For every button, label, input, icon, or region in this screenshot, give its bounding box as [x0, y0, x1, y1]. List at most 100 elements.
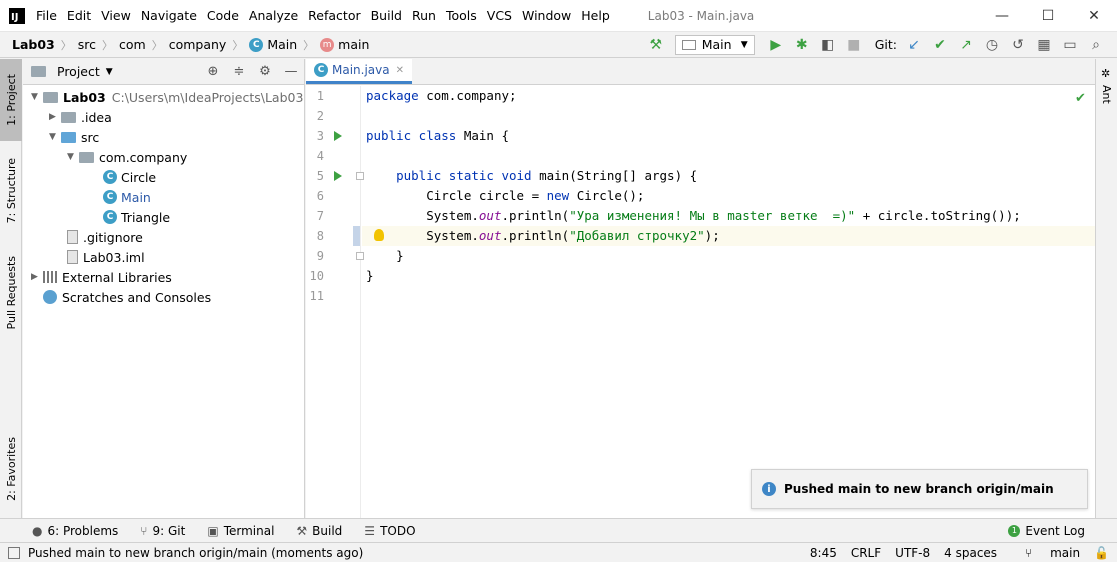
coverage-icon[interactable]: ◧ [815, 37, 841, 53]
inspection-ok-icon[interactable]: ✔ [1075, 91, 1086, 106]
collapsed-arrow-icon[interactable]: ▶ [31, 272, 43, 282]
caret-position[interactable]: 8:45 [810, 546, 837, 560]
expanded-arrow-icon[interactable]: ▼ [31, 92, 43, 102]
git-branch-widget[interactable]: ⑂ main [1011, 546, 1080, 560]
hammer-build-icon[interactable]: ⚒ [643, 37, 669, 53]
terminal-icon: ▣ [207, 523, 219, 538]
tool-windows-icon[interactable] [8, 546, 20, 559]
indent-setting[interactable]: 4 spaces [944, 546, 997, 560]
file-encoding[interactable]: UTF-8 [895, 546, 930, 560]
fold-icon[interactable] [356, 252, 364, 260]
menu-view[interactable]: View [101, 8, 131, 23]
menu-vcs[interactable]: VCS [487, 8, 512, 23]
code-line-5[interactable]: public static void main(String[] args) { [366, 166, 697, 186]
tab-ant[interactable]: Ant [1100, 85, 1113, 104]
tab-todo[interactable]: ☰ TODO [364, 524, 415, 538]
project-view-title[interactable]: Project [57, 64, 100, 79]
git-commit-icon[interactable]: ✔ [927, 37, 953, 53]
git-update-icon[interactable]: ↙ [901, 37, 927, 53]
tab-terminal[interactable]: ▣ Terminal [207, 524, 274, 538]
hide-icon[interactable]: — [278, 64, 304, 79]
crumb-src[interactable]: src [78, 37, 96, 52]
crumb-main-class[interactable]: Main [267, 37, 297, 52]
tree-item-main[interactable]: C Main [103, 187, 151, 207]
fold-icon[interactable] [356, 172, 364, 180]
rollback-icon[interactable]: ↺ [1005, 37, 1031, 53]
menu-help[interactable]: Help [581, 8, 610, 23]
expanded-arrow-icon[interactable]: ▼ [49, 132, 61, 142]
crumb-main-method[interactable]: main [338, 37, 369, 52]
collapse-all-icon[interactable]: ≑ [226, 64, 252, 79]
menu-tools[interactable]: Tools [446, 8, 477, 23]
crumb-company[interactable]: company [169, 37, 227, 52]
tab-structure[interactable]: 7: Structure [0, 151, 22, 231]
line-number: 6 [316, 189, 324, 203]
code-line-6[interactable]: Circle circle = new Circle(); [366, 186, 644, 206]
tree-item-lab03[interactable]: ▼ Lab03 C:\Users\m\IdeaProjects\Lab03 [31, 87, 303, 107]
source-folder-icon [61, 131, 76, 143]
locate-icon[interactable]: ⊕ [200, 64, 226, 79]
vcs-change-marker[interactable] [353, 226, 360, 246]
menu-navigate[interactable]: Navigate [141, 8, 197, 23]
git-push-icon[interactable]: ↗ [953, 37, 979, 53]
crumb-com[interactable]: com [119, 37, 146, 52]
stop-icon[interactable]: ■ [841, 37, 867, 53]
tab-project[interactable]: 1: Project [0, 59, 22, 141]
tree-item-triangle[interactable]: C Triangle [103, 207, 170, 227]
tab-favorites[interactable]: 2: Favorites [0, 429, 22, 509]
status-message[interactable]: Pushed main to new branch origin/main (m… [28, 546, 363, 560]
maximize-button[interactable]: ☐ [1025, 0, 1071, 32]
tab-git[interactable]: ⑂ 9: Git [140, 524, 185, 538]
run-class-icon[interactable] [334, 131, 342, 141]
tree-item-scratches[interactable]: Scratches and Consoles [43, 287, 211, 307]
tree-item-idea[interactable]: ▶ .idea [49, 107, 112, 127]
tree-item-circle[interactable]: C Circle [103, 167, 156, 187]
code-line-8[interactable]: System.out.println("Добавил строчку2"); [366, 226, 720, 246]
event-log-button[interactable]: 1 Event Log [1008, 524, 1085, 538]
code-line-10[interactable]: } [366, 266, 374, 286]
notification-balloon[interactable]: i Pushed main to new branch origin/main [751, 469, 1088, 509]
code-line-9[interactable]: } [366, 246, 404, 266]
tree-item-external-libraries[interactable]: ▶ External Libraries [31, 267, 172, 287]
status-bar: Pushed main to new branch origin/main (m… [0, 542, 1117, 562]
line-separator[interactable]: CRLF [851, 546, 881, 560]
crumb-project[interactable]: Lab03 [12, 37, 55, 52]
run-icon[interactable]: ▶ [763, 37, 789, 53]
tree-item-src[interactable]: ▼ src [49, 127, 99, 147]
history-icon[interactable]: ◷ [979, 37, 1005, 53]
presentation-icon[interactable]: ▭ [1057, 37, 1083, 53]
line-number: 1 [316, 89, 324, 103]
collapsed-arrow-icon[interactable]: ▶ [49, 112, 61, 122]
code-line-7[interactable]: System.out.println("Ура изменения! Мы в … [366, 206, 1021, 226]
menu-window[interactable]: Window [522, 8, 571, 23]
tree-item-package[interactable]: ▼ com.company [67, 147, 187, 167]
close-button[interactable]: ✕ [1071, 0, 1117, 32]
run-config-select[interactable]: Main ▼ [674, 34, 755, 55]
gear-icon[interactable]: ⚙ [252, 64, 278, 79]
close-tab-icon[interactable]: ✕ [396, 65, 404, 76]
menu-refactor[interactable]: Refactor [308, 8, 360, 23]
tab-main-java[interactable]: C Main.java ✕ [306, 59, 412, 84]
code-line-3[interactable]: public class Main { [366, 126, 509, 146]
tab-pull-requests[interactable]: Pull Requests [0, 247, 22, 339]
minimize-button[interactable]: — [979, 0, 1025, 32]
project-structure-icon[interactable]: ▦ [1031, 37, 1057, 53]
menu-run[interactable]: Run [412, 8, 436, 23]
run-method-icon[interactable] [334, 171, 342, 181]
dropdown-arrow-icon[interactable]: ▼ [106, 67, 113, 77]
menu-build[interactable]: Build [371, 8, 402, 23]
search-icon[interactable]: ⌕ [1083, 37, 1109, 53]
lock-icon[interactable]: 🔓 [1094, 546, 1109, 560]
menu-edit[interactable]: Edit [67, 8, 91, 23]
menu-analyze[interactable]: Analyze [249, 8, 298, 23]
package-icon [79, 151, 94, 163]
menu-code[interactable]: Code [207, 8, 239, 23]
expanded-arrow-icon[interactable]: ▼ [67, 152, 79, 162]
tab-build[interactable]: ⚒ Build [296, 524, 342, 538]
menu-file[interactable]: File [36, 8, 57, 23]
tree-item-iml[interactable]: Lab03.iml [67, 247, 145, 267]
tree-item-gitignore[interactable]: .gitignore [67, 227, 143, 247]
debug-icon[interactable]: ✱ [789, 37, 815, 53]
code-line-1[interactable]: package com.company; [366, 86, 517, 106]
tab-problems[interactable]: ● 6: Problems [32, 524, 118, 538]
